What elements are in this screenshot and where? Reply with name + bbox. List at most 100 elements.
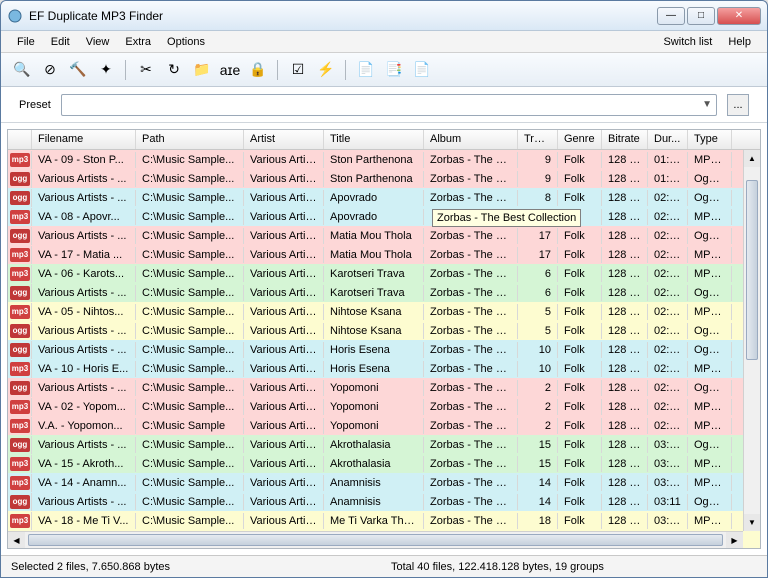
table-row[interactable]: mp3VA - 02 - Yopom...C:\Music Sample...V… bbox=[8, 397, 760, 416]
filetype-icon: ogg bbox=[10, 191, 30, 205]
cell-br: 128 k... bbox=[602, 152, 648, 168]
cell-type: MPEG bbox=[688, 361, 732, 377]
table-row[interactable]: oggVarious Artists - ...C:\Music Sample.… bbox=[8, 321, 760, 340]
table-row[interactable]: oggVarious Artists - ...C:\Music Sample.… bbox=[8, 378, 760, 397]
sparkle-icon[interactable]: ✦ bbox=[95, 59, 117, 81]
list-header: FilenamePathArtistTitleAlbumTrackGenreBi… bbox=[8, 130, 760, 150]
folder-sync-icon[interactable]: 📁 bbox=[191, 59, 213, 81]
table-row[interactable]: mp3VA - 17 - Matia ...C:\Music Sample...… bbox=[8, 245, 760, 264]
cell-br: 128 k... bbox=[602, 228, 648, 244]
cell-album: Zorbas - The B... bbox=[424, 152, 518, 168]
rename-icon[interactable]: aɪe bbox=[219, 59, 241, 81]
column-header-10[interactable]: Type bbox=[688, 130, 732, 149]
horizontal-scrollbar[interactable]: ◀ ▶ bbox=[8, 531, 743, 548]
table-row[interactable]: mp3VA - 09 - Ston P...C:\Music Sample...… bbox=[8, 150, 760, 169]
cell-type: Ogg V bbox=[688, 494, 732, 510]
column-header-8[interactable]: Bitrate bbox=[602, 130, 648, 149]
menu-file[interactable]: File bbox=[9, 33, 43, 51]
menu-extra[interactable]: Extra bbox=[117, 33, 159, 51]
column-header-7[interactable]: Genre bbox=[558, 130, 602, 149]
preset-bar: Preset ▼ ... bbox=[1, 87, 767, 123]
preset-label: Preset bbox=[19, 99, 51, 111]
table-row[interactable]: mp3V.A. - Yopomon...C:\Music SampleVario… bbox=[8, 416, 760, 435]
cell-path: C:\Music Sample... bbox=[136, 437, 244, 453]
scroll-thumb-h[interactable] bbox=[28, 534, 723, 546]
column-header-5[interactable]: Album bbox=[424, 130, 518, 149]
table-row[interactable]: oggVarious Artists - ...C:\Music Sample.… bbox=[8, 435, 760, 454]
vertical-scrollbar[interactable]: ▲ ▼ bbox=[743, 150, 760, 531]
titlebar[interactable]: EF Duplicate MP3 Finder — □ ✕ bbox=[1, 1, 767, 31]
scroll-right-icon[interactable]: ▶ bbox=[726, 532, 743, 548]
preset-browse-button[interactable]: ... bbox=[727, 94, 749, 116]
minimize-button[interactable]: — bbox=[657, 7, 685, 25]
cell-artist: Various Artists bbox=[244, 171, 324, 187]
table-row[interactable]: mp3VA - 18 - Me Ti V...C:\Music Sample..… bbox=[8, 511, 760, 530]
menu-switch-list[interactable]: Switch list bbox=[655, 33, 720, 51]
filetype-icon: ogg bbox=[10, 495, 30, 509]
table-row[interactable]: mp3VA - 10 - Horis E...C:\Music Sample..… bbox=[8, 359, 760, 378]
maximize-button[interactable]: □ bbox=[687, 7, 715, 25]
table-row[interactable]: oggVarious Artists - ...C:\Music Sample.… bbox=[8, 492, 760, 511]
cell-genre: Folk bbox=[558, 361, 602, 377]
preset-combo[interactable]: ▼ bbox=[61, 94, 717, 116]
page-green-icon[interactable]: 📄 bbox=[411, 59, 433, 81]
menu-options[interactable]: Options bbox=[159, 33, 213, 51]
column-header-1[interactable]: Filename bbox=[32, 130, 136, 149]
table-row[interactable]: mp3VA - 08 - Apovr...C:\Music Sample...V… bbox=[8, 207, 760, 226]
menu-help[interactable]: Help bbox=[720, 33, 759, 51]
cell-fn: Various Artists - ... bbox=[32, 171, 136, 187]
list-body[interactable]: mp3VA - 09 - Ston P...C:\Music Sample...… bbox=[8, 150, 760, 548]
column-header-2[interactable]: Path bbox=[136, 130, 244, 149]
copy-icon[interactable]: 📑 bbox=[383, 59, 405, 81]
cell-path: C:\Music Sample... bbox=[136, 380, 244, 396]
scissors-icon[interactable]: ✂ bbox=[135, 59, 157, 81]
cell-path: C:\Music Sample... bbox=[136, 361, 244, 377]
table-row[interactable]: oggVarious Artists - ...C:\Music Sample.… bbox=[8, 340, 760, 359]
cell-title: Apovrado bbox=[324, 209, 424, 225]
chevron-down-icon[interactable]: ▼ bbox=[702, 99, 712, 110]
scroll-thumb-v[interactable] bbox=[746, 180, 758, 360]
cell-title: Yopomoni bbox=[324, 418, 424, 434]
bolt-icon[interactable]: ⚡ bbox=[315, 59, 337, 81]
column-header-0[interactable] bbox=[8, 130, 32, 149]
column-header-4[interactable]: Title bbox=[324, 130, 424, 149]
check-icon[interactable]: ☑ bbox=[287, 59, 309, 81]
cell-br: 128 k... bbox=[602, 399, 648, 415]
cell-dur: 03:11 bbox=[648, 494, 688, 510]
table-row[interactable]: mp3VA - 14 - Anamn...C:\Music Sample...V… bbox=[8, 473, 760, 492]
cell-path: C:\Music Sample... bbox=[136, 513, 244, 529]
cell-title: Karotseri Trava bbox=[324, 285, 424, 301]
cell-track: 2 bbox=[518, 418, 558, 434]
column-header-9[interactable]: Dur... bbox=[648, 130, 688, 149]
cell-type: MPEG bbox=[688, 399, 732, 415]
cell-fn: VA - 09 - Ston P... bbox=[32, 152, 136, 168]
table-row[interactable]: oggVarious Artists - ...C:\Music Sample.… bbox=[8, 226, 760, 245]
refresh-icon[interactable]: ↻ bbox=[163, 59, 185, 81]
table-row[interactable]: mp3VA - 06 - Karots...C:\Music Sample...… bbox=[8, 264, 760, 283]
filetype-icon: ogg bbox=[10, 286, 30, 300]
close-button[interactable]: ✕ bbox=[717, 7, 761, 25]
cell-artist: Various Artists bbox=[244, 437, 324, 453]
lock-icon[interactable]: 🔒 bbox=[247, 59, 269, 81]
menu-edit[interactable]: Edit bbox=[43, 33, 78, 51]
cell-path: C:\Music Sample... bbox=[136, 228, 244, 244]
search-icon[interactable]: 🔍 bbox=[11, 59, 33, 81]
page-icon[interactable]: 📄 bbox=[355, 59, 377, 81]
table-row[interactable]: mp3VA - 05 - Nihtos...C:\Music Sample...… bbox=[8, 302, 760, 321]
cell-dur: 03:08 bbox=[648, 437, 688, 453]
cell-br: 128 k... bbox=[602, 266, 648, 282]
scroll-up-icon[interactable]: ▲ bbox=[744, 150, 760, 167]
scroll-down-icon[interactable]: ▼ bbox=[744, 514, 760, 531]
table-row[interactable]: mp3VA - 15 - Akroth...C:\Music Sample...… bbox=[8, 454, 760, 473]
scroll-left-icon[interactable]: ◀ bbox=[8, 532, 25, 548]
column-header-3[interactable]: Artist bbox=[244, 130, 324, 149]
stop-icon[interactable]: ⊘ bbox=[39, 59, 61, 81]
menu-view[interactable]: View bbox=[78, 33, 118, 51]
column-header-6[interactable]: Track bbox=[518, 130, 558, 149]
cell-dur: 02:48 bbox=[648, 285, 688, 301]
table-row[interactable]: oggVarious Artists - ...C:\Music Sample.… bbox=[8, 283, 760, 302]
table-row[interactable]: oggVarious Artists - ...C:\Music Sample.… bbox=[8, 169, 760, 188]
cell-path: C:\Music Sample bbox=[136, 418, 244, 434]
table-row[interactable]: oggVarious Artists - ...C:\Music Sample.… bbox=[8, 188, 760, 207]
hammer-icon[interactable]: 🔨 bbox=[67, 59, 89, 81]
